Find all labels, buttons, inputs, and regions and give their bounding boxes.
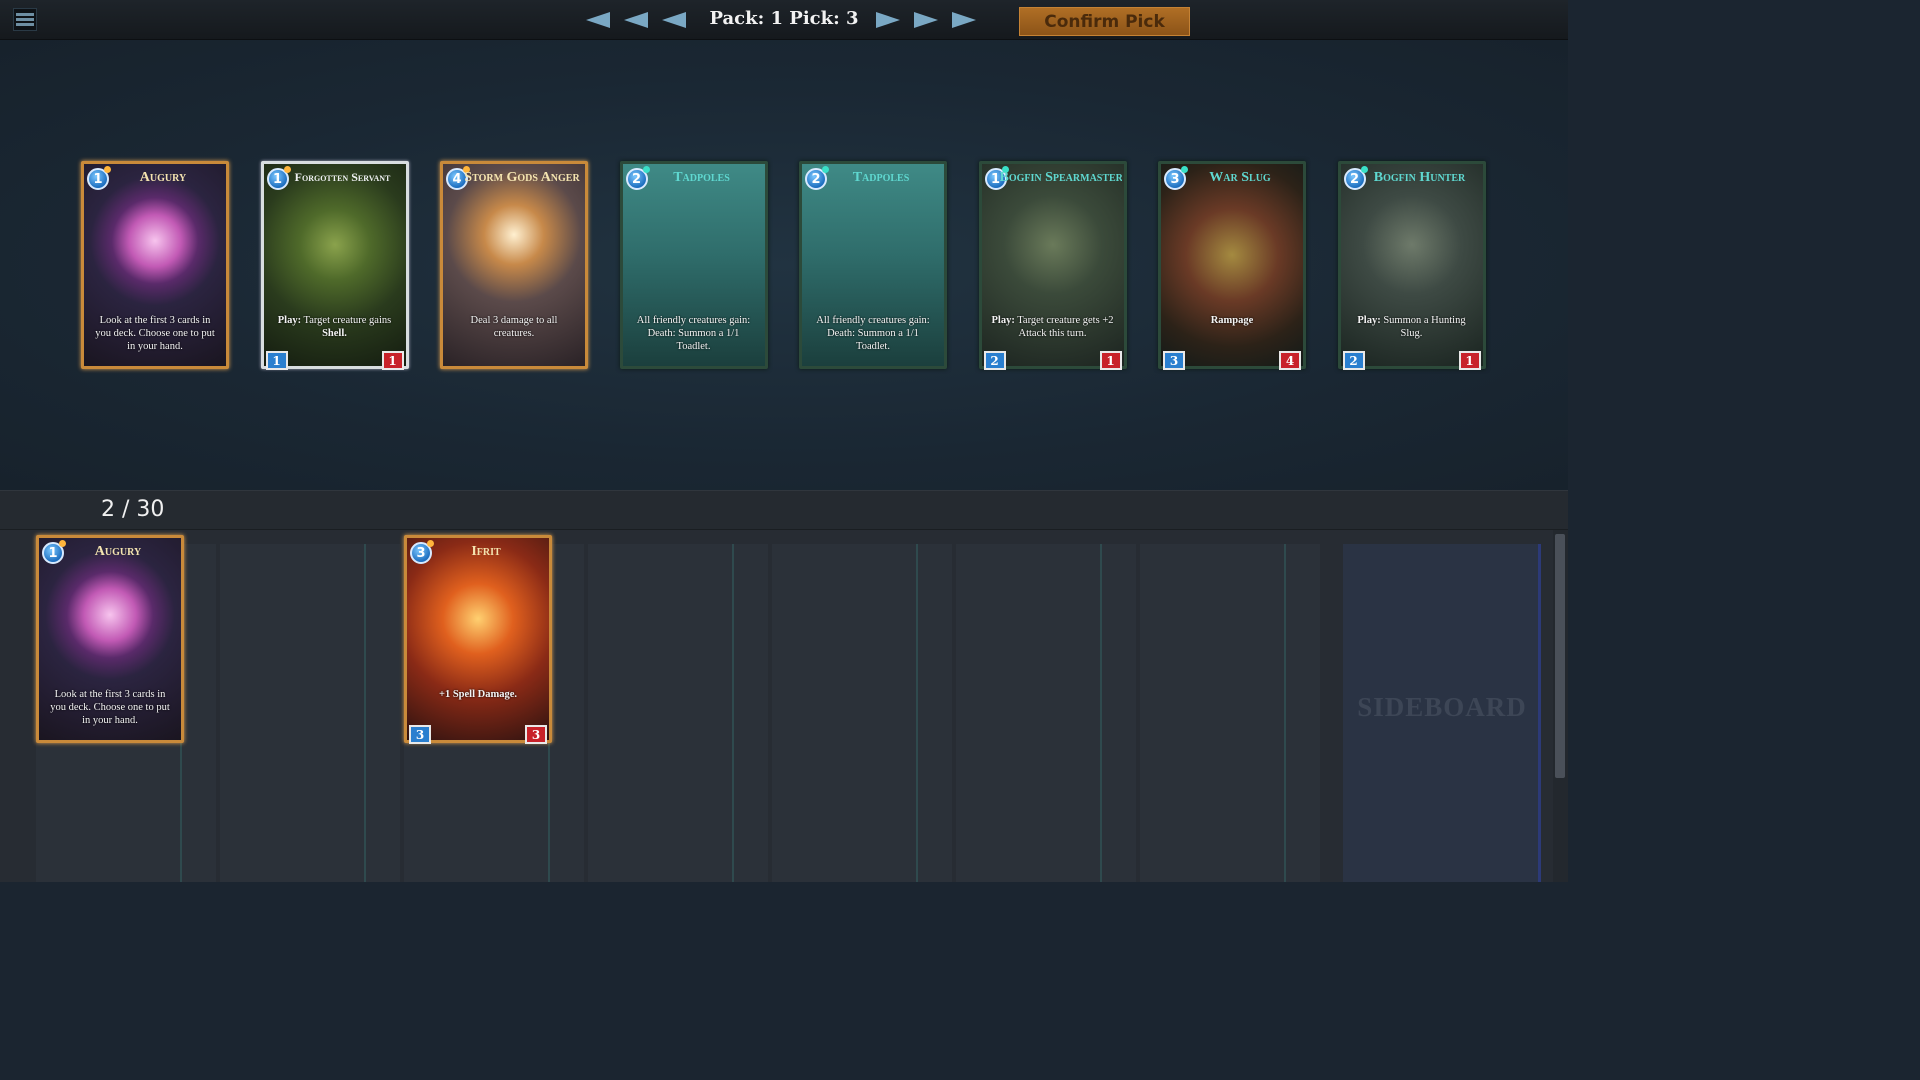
health-badge: 3	[525, 725, 547, 744]
pack-card-1[interactable]: 1 Forgotten Servant Play: Target creature …	[260, 161, 409, 370]
column-divider	[364, 544, 366, 882]
attack-badge: 3	[409, 725, 431, 744]
confirm-pick-button[interactable]: Confirm Pick	[1019, 7, 1190, 36]
deck-header: 2 / 30	[0, 490, 1568, 530]
next-pick-arrow-icon[interactable]	[876, 12, 900, 28]
card-name: Storm Gods Anger	[464, 170, 580, 185]
sideboard-zone[interactable]: SIDEBOARD	[1343, 544, 1541, 882]
pack-area: 1 Augury Look at the first 3 cards in you …	[0, 40, 1568, 490]
card-name: Ifrit	[471, 544, 501, 559]
health-badge: 1	[1099, 351, 1122, 370]
first-pack-arrow-icon[interactable]	[586, 12, 610, 28]
card-rules-text: Look at the first 3 cards in you deck. C…	[95, 315, 215, 352]
top-bar: Pack: 1 Pick: 3 Confirm Pick	[0, 0, 1568, 40]
pack-card-4[interactable]: 2 Tadpoles All friendly creatures gain: De…	[799, 161, 947, 369]
deck-column-6[interactable]	[1140, 544, 1320, 882]
card-name: Augury	[139, 170, 187, 185]
card-name: Bogfin Spearmaster	[999, 170, 1122, 185]
deck-column-5[interactable]	[956, 544, 1136, 882]
card-rules-text: Rampage	[1210, 315, 1254, 326]
card-rules-text: Deal 3 damage to all creatures.	[470, 315, 558, 339]
deck-card-count: 2 / 30	[101, 497, 165, 522]
attack-badge: 3	[1163, 351, 1185, 370]
attack-badge: 1	[265, 351, 288, 370]
health-badge: 4	[1279, 351, 1301, 370]
deck-scrollbar[interactable]	[1553, 530, 1568, 882]
deck-column-3[interactable]	[588, 544, 768, 882]
card-name: Forgotten Servant	[294, 170, 391, 184]
column-divider	[1100, 544, 1102, 882]
pack-pick-indicator: Pack: 1 Pick: 3	[709, 8, 859, 29]
column-divider	[732, 544, 734, 882]
card-rules-text: Play: Summon a Hunting Slug.	[1357, 315, 1466, 339]
pack-card-3[interactable]: 2 Tadpoles All friendly creatures gain: De…	[619, 161, 768, 369]
card-rules-text: Look at the first 3 cards in you deck. C…	[50, 689, 170, 726]
hamburger-menu-icon[interactable]	[13, 8, 37, 31]
attack-badge: 2	[983, 351, 1006, 370]
slug-art	[1161, 164, 1303, 366]
deck-area: SIDEBOARD 1 Augury Look at the first 3 car…	[0, 530, 1568, 882]
pack-card-0[interactable]: 1 Augury Look at the first 3 cards in you …	[81, 161, 229, 369]
column-divider	[916, 544, 918, 882]
last-pack-arrow-icon[interactable]	[952, 12, 976, 28]
deck-column-4[interactable]	[772, 544, 952, 882]
fire-demon-art	[407, 538, 549, 740]
card-rules-text: Play: Target creature gets +2 Attack thi…	[991, 315, 1114, 339]
deck-card-1[interactable]: 3 Ifrit +1 Spell Damage. 3 3	[404, 535, 552, 744]
card-rules-text: +1 Spell Damage.	[438, 689, 518, 700]
card-rules-text: Play: Target creature gains Shell.	[277, 315, 392, 339]
pack-card-5[interactable]: 1 Bogfin Spearmaster Play: Target creature…	[978, 161, 1127, 370]
deck-card-0[interactable]: 1 Augury Look at the first 3 cards in you …	[36, 535, 184, 743]
card-rules-text: All friendly creatures gain: Death: Summ…	[636, 315, 751, 352]
column-divider	[1284, 544, 1286, 882]
deck-column-1[interactable]	[220, 544, 400, 882]
previous-pick-arrow-icon[interactable]	[662, 12, 686, 28]
attack-badge: 2	[1342, 351, 1365, 370]
scrollbar-thumb[interactable]	[1555, 534, 1565, 778]
card-name: War Slug	[1209, 170, 1271, 185]
card-rules-text: All friendly creatures gain: Death: Summ…	[816, 315, 930, 352]
pack-card-6[interactable]: 3 War Slug Rampage 3 4	[1158, 161, 1306, 370]
previous-pack-arrow-icon[interactable]	[624, 12, 648, 28]
card-name: Bogfin Hunter	[1373, 170, 1466, 185]
health-badge: 1	[1458, 351, 1481, 370]
sideboard-label: SIDEBOARD	[1357, 692, 1527, 722]
pack-card-7[interactable]: 2 Bogfin Hunter Play: Summon a Hunting Slu…	[1337, 161, 1486, 370]
card-name: Tadpoles	[673, 170, 730, 185]
health-badge: 1	[381, 351, 404, 370]
card-name: Tadpoles	[852, 170, 910, 185]
next-pack-arrow-icon[interactable]	[914, 12, 938, 28]
card-name: Augury	[94, 544, 142, 559]
pack-card-2[interactable]: 4 Storm Gods Anger Deal 3 damage to all cr…	[440, 161, 588, 369]
